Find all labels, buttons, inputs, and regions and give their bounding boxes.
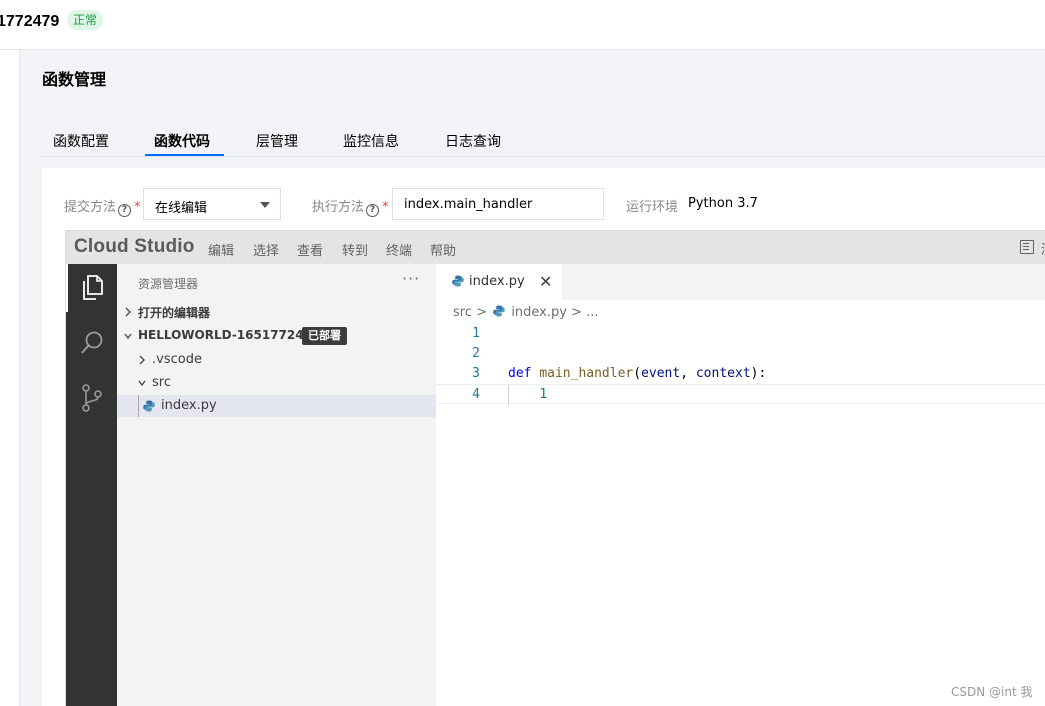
indent-guide bbox=[138, 395, 139, 417]
tab-layer-management[interactable]: 层管理 bbox=[256, 131, 298, 151]
line-number: 2 bbox=[472, 346, 480, 361]
function-name: main_handler bbox=[539, 366, 634, 381]
help-icon[interactable]: ? bbox=[118, 204, 132, 217]
more-actions-icon[interactable]: ··· bbox=[402, 269, 420, 288]
search-icon[interactable] bbox=[66, 319, 117, 367]
python-file-icon bbox=[143, 400, 155, 412]
runtime-value: Python 3.7 bbox=[688, 196, 758, 211]
status-badge: 正常 bbox=[67, 10, 104, 30]
paren-open: ( bbox=[633, 366, 642, 381]
breadcrumb-separator: > bbox=[476, 305, 488, 320]
code-area[interactable]: 1 2 3 def main_handler(event, context): … bbox=[436, 324, 1045, 405]
chevron-down-icon bbox=[138, 380, 146, 387]
page-title: 函数管理 bbox=[42, 70, 107, 89]
left-strip bbox=[0, 50, 20, 706]
handler-input[interactable]: index.main_handler bbox=[392, 188, 604, 220]
menu-cut-text: 测 bbox=[1041, 239, 1045, 258]
function-id: 1772479 bbox=[0, 13, 60, 30]
menu-go[interactable]: 转到 bbox=[342, 240, 368, 259]
deployed-badge: 已部署 bbox=[302, 327, 347, 345]
tab-bar: 函数配置 函数代码 层管理 监控信息 日志查询 bbox=[42, 125, 1045, 157]
code-text: def main_handler(event, context): bbox=[508, 364, 766, 384]
menu-selection[interactable]: 选择 bbox=[253, 240, 279, 259]
panel-layout-icon[interactable] bbox=[1020, 240, 1034, 254]
handler-value: index.main_handler bbox=[404, 197, 533, 212]
folder-src[interactable]: src bbox=[117, 372, 436, 394]
submit-method-value: 在线编辑 bbox=[155, 201, 208, 216]
breadcrumb-separator: > bbox=[571, 305, 583, 320]
handler-label: 执行方法? * bbox=[312, 196, 389, 217]
chevron-right-icon bbox=[125, 307, 131, 317]
open-editors-label: 打开的编辑器 bbox=[138, 306, 211, 320]
chevron-down-icon bbox=[124, 333, 132, 340]
required-mark: * bbox=[134, 200, 141, 215]
caret-down-icon bbox=[260, 202, 270, 208]
explorer-files-icon[interactable] bbox=[66, 264, 117, 312]
tab-log-query[interactable]: 日志查询 bbox=[445, 131, 501, 151]
code-editor: index.py ✕ src > index.py > ... 1 2 3 de… bbox=[436, 264, 1045, 706]
cloud-studio-ide: Cloud Studio 编辑 选择 查看 转到 终端 帮助 测 bbox=[65, 230, 1045, 706]
code-text: 1 bbox=[508, 385, 547, 405]
breadcrumb-more[interactable]: ... bbox=[586, 305, 598, 320]
tab-function-config[interactable]: 函数配置 bbox=[53, 131, 109, 151]
submit-method-label-text: 提交方法 bbox=[64, 200, 117, 215]
explorer-sidebar: 资源管理器 ··· 打开的编辑器 HELLOWORLD-1651772479 已… bbox=[117, 264, 436, 706]
open-editors-section[interactable]: 打开的编辑器 bbox=[117, 301, 436, 323]
cloud-studio-logo: Cloud Studio bbox=[74, 236, 195, 257]
ide-menu-bar: Cloud Studio 编辑 选择 查看 转到 终端 帮助 测 bbox=[66, 231, 1045, 264]
breadcrumb-file[interactable]: index.py bbox=[511, 305, 567, 320]
menu-view[interactable]: 查看 bbox=[297, 240, 323, 259]
param-comma: , bbox=[680, 366, 696, 381]
workspace-folder[interactable]: HELLOWORLD-1651772479 已部署 bbox=[117, 325, 436, 347]
number-literal: 1 bbox=[539, 387, 548, 402]
code-panel: 提交方法? * 在线编辑 执行方法? * index.main_handler 运行… bbox=[42, 168, 1045, 706]
folder-vscode[interactable]: .vscode bbox=[117, 349, 436, 371]
menu-help[interactable]: 帮助 bbox=[430, 240, 456, 259]
tab-monitoring[interactable]: 监控信息 bbox=[343, 131, 399, 151]
paren-close: ): bbox=[750, 366, 767, 381]
code-line: 2 bbox=[436, 344, 1045, 364]
code-line: 3 def main_handler(event, context): bbox=[436, 364, 1045, 384]
submit-method-label: 提交方法? * bbox=[64, 196, 141, 217]
param-context: context bbox=[695, 366, 751, 381]
line-number: 1 bbox=[472, 326, 480, 341]
breadcrumb: src > index.py > ... bbox=[453, 305, 599, 320]
active-tab-indicator bbox=[145, 154, 224, 156]
code-line: 1 bbox=[436, 324, 1045, 344]
close-icon[interactable]: ✕ bbox=[539, 272, 552, 291]
line-number: 3 bbox=[472, 366, 480, 381]
main-content: 函数管理 函数配置 函数代码 层管理 监控信息 日志查询 提交方法? * 在线编辑… bbox=[20, 50, 1045, 706]
editor-tab-strip: index.py ✕ bbox=[436, 264, 1045, 300]
workspace-name: HELLOWORLD-1651772479 bbox=[138, 328, 321, 342]
activity-bar bbox=[66, 264, 117, 706]
line-number: 4 bbox=[472, 387, 480, 402]
file-index-py-label: index.py bbox=[161, 398, 217, 413]
param-event: event bbox=[641, 366, 681, 381]
chevron-right-icon bbox=[139, 355, 145, 365]
source-control-icon[interactable] bbox=[66, 374, 117, 422]
editor-tab-index-py[interactable]: index.py ✕ bbox=[436, 264, 562, 300]
menu-terminal[interactable]: 终端 bbox=[386, 240, 412, 259]
handler-label-text: 执行方法 bbox=[312, 200, 365, 215]
menu-edit[interactable]: 编辑 bbox=[208, 240, 234, 259]
python-file-icon bbox=[493, 305, 505, 317]
python-file-icon bbox=[452, 275, 464, 287]
submit-method-select[interactable]: 在线编辑 bbox=[143, 188, 281, 220]
runtime-label: 运行环境 bbox=[626, 200, 679, 215]
code-line-current: 4 1 bbox=[436, 384, 1045, 405]
top-bar: 1772479 正常 bbox=[0, 0, 1045, 50]
breadcrumb-src[interactable]: src bbox=[453, 305, 472, 320]
required-mark: * bbox=[382, 200, 389, 215]
folder-vscode-label: .vscode bbox=[152, 352, 202, 367]
folder-src-label: src bbox=[152, 375, 171, 390]
help-icon[interactable]: ? bbox=[366, 204, 380, 217]
editor-tab-label: index.py bbox=[469, 274, 525, 289]
explorer-title: 资源管理器 bbox=[138, 277, 199, 291]
tab-function-code[interactable]: 函数代码 bbox=[154, 131, 210, 151]
keyword-def: def bbox=[508, 366, 532, 381]
watermark: CSDN @int 我 bbox=[951, 685, 1033, 699]
file-index-py[interactable]: index.py bbox=[117, 395, 436, 417]
